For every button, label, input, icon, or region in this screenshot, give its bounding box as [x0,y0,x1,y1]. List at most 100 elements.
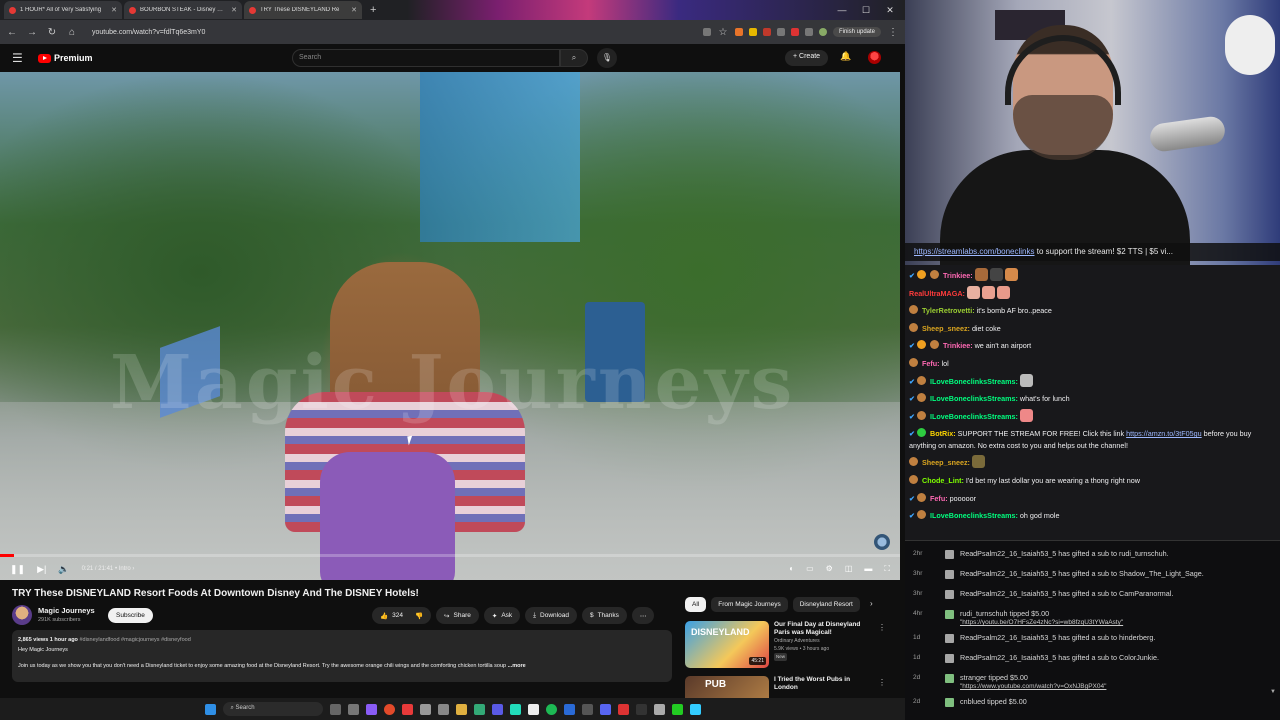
avatar[interactable] [868,51,881,64]
recommendation-item[interactable]: PUB I Tried the Worst Pubs in London ⋮ [685,676,890,698]
file-explorer-icon[interactable] [455,703,467,715]
chat-username[interactable]: Chode_Lint: [922,476,964,485]
app-icon[interactable] [491,703,503,715]
search-input[interactable]: Search [292,49,560,67]
event-row[interactable]: 2hr ReadPsalm22_16_Isaiah53_5 has gifted… [905,544,1280,564]
download-button[interactable]: ⤓ Download [525,607,577,624]
chat-username[interactable]: ILoveBoneclinksStreams: [930,412,1018,421]
browser-tab[interactable]: BOURBON STEAK - Disney World ✕ [124,1,242,19]
url-field[interactable]: youtube.com/watch?v=fdlTq6e3mY0 [92,29,205,36]
back-icon[interactable]: ← [6,27,18,38]
subscribe-button[interactable]: Subscribe [108,608,153,623]
event-row[interactable]: 3hr ReadPsalm22_16_Isaiah53_5 has gifted… [905,584,1280,604]
event-row[interactable]: 1d ReadPsalm22_16_Isaiah53_5 has gifted … [905,628,1280,648]
video-description[interactable]: 2,865 views 1 hour ago #disneylandfood #… [12,630,672,682]
app-icon[interactable] [653,703,665,715]
home-icon[interactable]: ⌂ [66,27,78,38]
video-thumbnail[interactable]: PUB [685,676,769,698]
app-icon[interactable] [671,703,683,715]
event-row[interactable]: 3hr ReadPsalm22_16_Isaiah53_5 has gifted… [905,564,1280,584]
windows-start-icon[interactable] [204,703,216,715]
app-icon[interactable] [527,703,539,715]
channel-avatar[interactable] [12,605,32,625]
chat-link[interactable]: https://amzn.to/3tF05gu [1126,429,1202,438]
forward-icon[interactable]: → [26,27,38,38]
extension-icon[interactable] [790,28,799,36]
kebab-menu-icon[interactable]: ⋮ [878,678,886,687]
reload-icon[interactable]: ↻ [46,27,58,38]
miniplayer-icon[interactable]: ◫ [845,564,853,574]
menu-icon[interactable]: ⋮ [887,27,899,38]
browser-tab-active[interactable]: TRY These DISNEYLAND Re ✕ [244,1,362,19]
pause-icon[interactable]: ❚❚ [10,564,25,575]
kebab-menu-icon[interactable]: ⋮ [878,623,886,632]
app-icon[interactable] [401,703,413,715]
notifications-bell-icon[interactable]: 🔔 [840,51,851,62]
profile-icon[interactable] [818,28,827,36]
minimize-icon[interactable]: — [830,0,854,20]
show-more-link[interactable]: ...more [508,663,526,669]
event-row[interactable]: 2d cnblued tipped $5.00 [905,692,1280,712]
finish-update-button[interactable]: Finish update [832,27,881,37]
filter-chip-all[interactable]: All [685,597,707,612]
subtitles-icon[interactable]: ▭ [806,564,814,574]
chat-username[interactable]: BotRix: [930,429,956,438]
autoplay-toggle-icon[interactable]: ◐ [789,564,794,574]
cast-icon[interactable] [702,28,711,36]
extension-icon[interactable] [734,28,743,36]
thumbs-up-icon[interactable]: 👍 [380,612,388,620]
thanks-button[interactable]: $ Thanks [581,607,627,624]
close-icon[interactable]: ✕ [231,6,237,14]
chat-username[interactable]: Trinkiee: [943,271,973,280]
widgets-icon[interactable] [347,703,359,715]
chat-username[interactable]: Trinkiee: [943,341,973,350]
streamlabs-link[interactable]: https://streamlabs.com/boneclinks [914,247,1035,256]
event-link[interactable]: "https://www.youtube.com/watch?v=OxNJBgP… [960,682,1106,690]
scroll-down-icon[interactable]: ▼ [1270,689,1276,695]
ask-button[interactable]: ✦ Ask [483,607,521,624]
event-row[interactable]: 1d ReadPsalm22_16_Isaiah53_5 has gifted … [905,648,1280,668]
recommendation-title[interactable]: I Tried the Worst Pubs in London [774,676,869,692]
channel-branding-icon[interactable] [874,534,890,550]
event-row[interactable]: 2d stranger tipped $5.00 "https://www.yo… [905,668,1280,692]
extension-icon[interactable] [762,28,771,36]
app-icon[interactable] [617,703,629,715]
discord-icon[interactable] [599,703,611,715]
spotify-icon[interactable] [545,703,557,715]
chat-username[interactable]: ILoveBoneclinksStreams: [930,511,1018,520]
chat-username[interactable]: TylerRetrovetti: [922,306,975,315]
app-icon[interactable] [509,703,521,715]
video-player[interactable]: Magic Journeys [0,72,900,580]
taskbar-search[interactable]: ⌕ Search [222,702,323,716]
hamburger-menu-icon[interactable]: ☰ [12,51,28,65]
close-icon[interactable]: ✕ [111,6,117,14]
extension-icon[interactable] [776,28,785,36]
chat-username[interactable]: RealUltraMAGA: [909,289,965,298]
hashtags[interactable]: #disneylandfood #magicjourneys #disneyfo… [79,637,190,643]
app-icon[interactable] [365,703,377,715]
filter-chip-channel[interactable]: From Magic Journeys [711,597,788,612]
progress-bar[interactable] [0,554,900,557]
close-window-icon[interactable]: ✕ [878,0,902,20]
channel-name[interactable]: Magic Journeys [38,606,95,615]
create-button[interactable]: + Create [785,50,829,66]
app-icon[interactable] [635,703,647,715]
chat-username[interactable]: ILoveBoneclinksStreams: [930,377,1018,386]
app-icon[interactable] [437,703,449,715]
task-view-icon[interactable] [329,703,341,715]
microphone-icon[interactable]: 🎙 [597,48,617,68]
app-icon[interactable] [689,703,701,715]
star-icon[interactable]: ☆ [717,27,729,38]
more-actions-icon[interactable]: ⋯ [631,607,655,624]
new-tab-icon[interactable]: + [364,4,382,16]
chat-username[interactable]: ILoveBoneclinksStreams: [930,394,1018,403]
filter-chip-topic[interactable]: Disneyland Resort [792,597,860,612]
event-row[interactable]: 4hr rudi_turnschuh tipped $5.00 "https:/… [905,604,1280,628]
browser-tab[interactable]: 1 HOUR* All of Very Satisfying ✕ [4,1,122,19]
event-link[interactable]: "https://youtu.be/O7HFsZe4zNc?si=wb8fzqU… [960,618,1123,626]
youtube-logo[interactable]: Premium [38,53,93,63]
puzzle-icon[interactable] [804,28,813,36]
recommendation-item[interactable]: DISNEYLAND 45:21 Our Final Day at Disney… [685,621,890,668]
chrome-icon[interactable] [383,703,395,715]
chat-username[interactable]: Sheep_sneez: [922,458,970,467]
